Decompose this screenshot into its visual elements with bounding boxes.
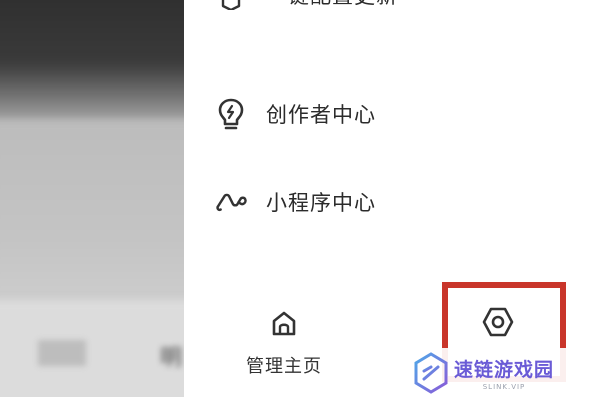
menu-item-creator-center[interactable]: 创作者中心 (214, 97, 376, 131)
background-header-blur (0, 0, 196, 130)
clipboard-icon (214, 0, 248, 12)
background-app-blurred: 明 (0, 0, 196, 397)
menu-item-label: 一键配置更新 (266, 0, 398, 10)
watermark-subtitle: SLINK.VIP (482, 382, 526, 391)
menu-item-label: 小程序中心 (266, 191, 376, 215)
manage-home-button[interactable]: 管理主页 (246, 308, 322, 378)
mini-program-icon (214, 185, 248, 219)
settings-button[interactable] (481, 306, 515, 342)
side-drawer: 一键配置更新 创作者中心 小程序中心 管理主页 (184, 0, 589, 397)
lightbulb-icon (214, 97, 248, 131)
manage-home-label: 管理主页 (246, 356, 322, 377)
gear-icon (481, 306, 515, 342)
menu-item-config-update[interactable]: 一键配置更新 (214, 0, 398, 12)
menu-item-label: 创作者中心 (266, 103, 376, 127)
background-blurred-block (38, 340, 86, 366)
watermark-logo-icon (414, 351, 448, 394)
background-content-blur (0, 120, 196, 320)
home-icon (269, 308, 299, 342)
menu-item-mini-program-center[interactable]: 小程序中心 (214, 185, 376, 219)
watermark-title: 速链游戏园 (454, 358, 555, 381)
watermark: 速链游戏园 SLINK.VIP (388, 348, 589, 397)
background-blurred-text: 明 (160, 346, 183, 371)
